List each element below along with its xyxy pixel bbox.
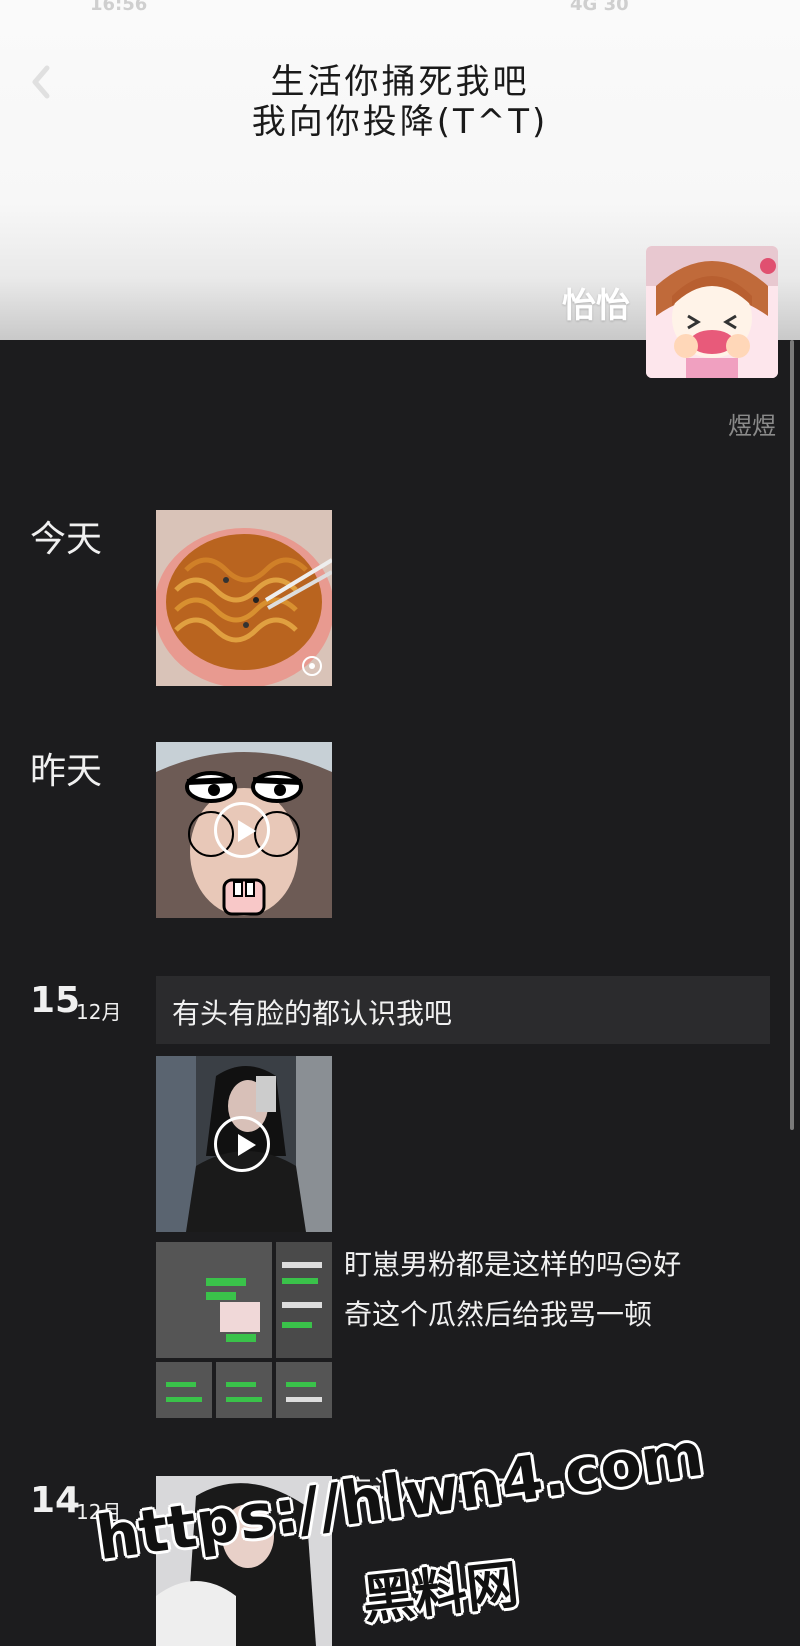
status-indicators: 4G 30 — [570, 0, 629, 15]
status-time: 16:56 — [90, 0, 148, 15]
moments-page: 16:56 4G 30 生活你捅死我吧 我向你投降(T^T) 怡怡 煜煜 今天 … — [0, 0, 800, 1646]
post-caption-line-2: 奇这个瓜然后给我骂一顿 — [344, 1298, 653, 1331]
live-photo-icon — [302, 656, 322, 676]
post-caption-line-1: 盯崽男粉都是这样的吗😒好 — [344, 1248, 682, 1281]
text-post-card[interactable]: 有头有脸的都认识我吧 — [156, 976, 770, 1044]
play-icon — [214, 1116, 270, 1172]
scrollbar[interactable] — [790, 340, 794, 1130]
post-video-selfie[interactable] — [156, 742, 332, 918]
date-month-15: 12月 — [76, 1000, 122, 1024]
post-photo-noodles[interactable] — [156, 510, 332, 686]
text-post-content: 有头有脸的都认识我吧 — [172, 997, 453, 1030]
chat-screenshots-grid — [156, 1242, 332, 1418]
status-bar: 16:56 4G 30 — [0, 0, 800, 22]
profile-name[interactable]: 怡怡 — [562, 278, 630, 327]
signature: 煜煜 — [728, 412, 776, 440]
date-today: 今天 — [30, 519, 103, 560]
post-caption[interactable]: 盯崽男粉都是这样的吗😒好 奇这个瓜然后给我骂一顿 — [344, 1240, 764, 1340]
avatar-illustration — [646, 246, 778, 378]
post-photo-grid[interactable] — [156, 1242, 332, 1418]
play-icon — [214, 802, 270, 858]
post-video-mirror[interactable] — [156, 1056, 332, 1232]
date-day-15: 15 — [30, 980, 81, 1021]
date-yesterday: 昨天 — [30, 751, 103, 792]
avatar[interactable] — [646, 246, 778, 378]
cover-text-line-2: 我向你投降(T^T) — [251, 102, 549, 142]
